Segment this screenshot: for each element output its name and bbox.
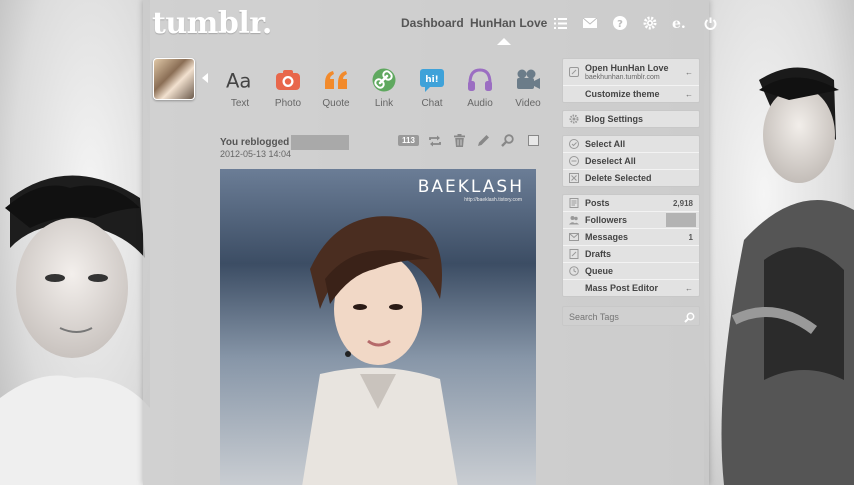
delete-selected-button[interactable]: Delete Selected xyxy=(563,169,699,186)
nav-blog-link[interactable]: HunHan Love xyxy=(470,16,547,30)
post-type-link[interactable]: Link xyxy=(360,66,408,109)
header-icons: ? e. xyxy=(552,15,718,31)
delete-icon xyxy=(569,173,579,183)
gear-icon[interactable] xyxy=(642,15,658,31)
sidebar-item-followers[interactable]: Followers xyxy=(563,211,699,228)
avatar[interactable] xyxy=(153,58,195,100)
sidebar-blog-box: Open HunHan Love baekhunhan.tumblr.com ← … xyxy=(562,58,700,103)
post-photo[interactable]: BAEKLASH http://baeklash.tistory.com xyxy=(220,169,536,485)
reblog-icon[interactable] xyxy=(428,133,443,148)
reblog-prefix: You reblogged xyxy=(220,137,290,149)
posts-icon xyxy=(569,198,579,208)
magnifier-icon[interactable] xyxy=(500,133,515,148)
blog-icon xyxy=(569,67,579,77)
post-type-chat[interactable]: hi! Chat xyxy=(408,66,456,109)
reblog-source-redacted[interactable] xyxy=(291,135,350,150)
mail-icon[interactable] xyxy=(582,15,598,31)
select-all-icon xyxy=(569,139,579,149)
notes-count[interactable]: 113 xyxy=(398,135,419,146)
svg-text:hi!: hi! xyxy=(425,75,439,85)
post-type-audio[interactable]: Audio xyxy=(456,66,504,109)
post-type-bar: Aa Text Photo Quote Link hi! Chat Audio xyxy=(216,66,552,109)
svg-text:?: ? xyxy=(617,19,623,30)
trash-icon[interactable] xyxy=(452,133,467,148)
open-blog-arrow-icon: ← xyxy=(685,67,693,77)
open-blog-label: Open HunHan Love xyxy=(585,63,669,73)
mass-post-editor-link[interactable]: Mass Post Editor ← xyxy=(563,279,699,296)
power-icon[interactable] xyxy=(702,15,718,31)
mass-editor-arrow-icon: ← xyxy=(685,283,693,293)
post-type-photo[interactable]: Photo xyxy=(264,66,312,109)
post-type-text[interactable]: Aa Text xyxy=(216,66,264,109)
chat-icon: hi! xyxy=(418,66,446,94)
tumblr-logo[interactable]: tumblr. xyxy=(152,6,272,41)
list-icon[interactable] xyxy=(552,15,568,31)
svg-text:e.: e. xyxy=(672,16,686,30)
search-icon[interactable] xyxy=(684,310,695,323)
sidebar-settings-box: Blog Settings xyxy=(562,110,700,128)
post-controls: 113 xyxy=(398,133,539,148)
followers-count-redacted xyxy=(666,213,696,227)
mail-icon xyxy=(569,232,579,242)
nav-active-caret xyxy=(497,38,511,45)
customize-arrow-icon: ← xyxy=(685,89,693,99)
reblog-info: You reblogged xyxy=(220,135,350,150)
messages-count: 1 xyxy=(688,232,693,242)
sidebar-item-messages[interactable]: Messages 1 xyxy=(563,228,699,245)
link-icon xyxy=(370,66,398,94)
blog-url: baekhunhan.tumblr.com xyxy=(585,74,660,81)
select-all-button[interactable]: Select All xyxy=(563,136,699,152)
sidebar-item-posts[interactable]: Posts 2,918 xyxy=(563,195,699,211)
camera-icon xyxy=(274,66,302,94)
text-icon: Aa xyxy=(226,66,254,94)
post-type-video[interactable]: Video xyxy=(504,66,552,109)
sidebar-item-drafts[interactable]: Drafts xyxy=(563,245,699,262)
headphones-icon xyxy=(466,66,494,94)
select-post-checkbox[interactable] xyxy=(527,135,539,146)
post-type-quote[interactable]: Quote xyxy=(312,66,360,109)
search-tags-box xyxy=(562,306,700,327)
post-date[interactable]: 2012-05-13 14:04 xyxy=(220,149,291,159)
avatar-arrow-icon xyxy=(202,73,208,83)
background-photo-right xyxy=(721,67,854,485)
deselect-all-icon xyxy=(569,156,579,166)
posts-count: 2,918 xyxy=(672,198,693,208)
sidebar-stats-box: Posts 2,918 Followers Messages 1 Drafts … xyxy=(562,194,700,297)
svg-text:Aa: Aa xyxy=(226,69,251,91)
deselect-all-button[interactable]: Deselect All xyxy=(563,152,699,169)
blog-settings-link[interactable]: Blog Settings xyxy=(563,111,699,127)
background-photo-left xyxy=(0,175,150,485)
photo-subject xyxy=(302,216,458,485)
photo-watermark-url: http://baeklash.tistory.com xyxy=(464,197,522,203)
photo-watermark: BAEKLASH xyxy=(417,177,524,197)
quote-icon xyxy=(322,66,350,94)
search-tags-input[interactable] xyxy=(563,307,681,327)
help-icon[interactable]: ? xyxy=(612,15,628,31)
video-icon xyxy=(514,66,542,94)
nav-dashboard-link[interactable]: Dashboard xyxy=(401,16,464,30)
edit-pencil-icon[interactable] xyxy=(476,133,491,148)
sidebar-selection-box: Select All Deselect All Delete Selected xyxy=(562,135,700,187)
clock-icon xyxy=(569,266,579,276)
drafts-icon xyxy=(569,249,579,259)
followers-icon xyxy=(569,215,579,225)
customize-theme-link[interactable]: Customize theme ← xyxy=(563,85,699,102)
blog-e-icon[interactable]: e. xyxy=(672,15,688,31)
gear-icon xyxy=(569,114,579,124)
open-blog-link[interactable]: Open HunHan Love baekhunhan.tumblr.com ← xyxy=(563,59,699,85)
sidebar-item-queue[interactable]: Queue xyxy=(563,262,699,279)
